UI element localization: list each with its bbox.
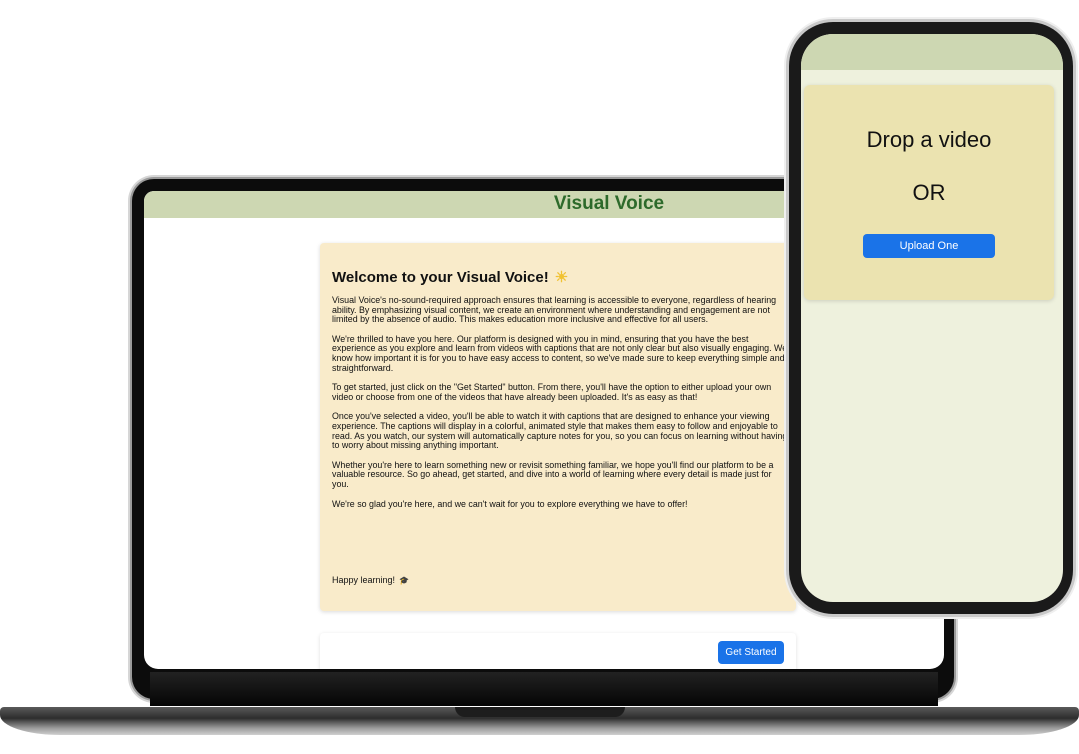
drop-video-text: Drop a video — [866, 127, 992, 152]
get-started-button[interactable]: Get Started — [718, 641, 784, 664]
upload-button[interactable]: Upload One — [863, 234, 995, 258]
welcome-paragraph: We're so glad you're here, and we can't … — [332, 498, 688, 509]
sign-off-text: Happy learning! — [332, 575, 396, 585]
welcome-body: Visual Voice's no-sound-required approac… — [332, 295, 788, 519]
action-bar: Get Started — [320, 633, 796, 669]
welcome-paragraph: To get started, just click on the "Get S… — [332, 382, 772, 402]
graduation-cap-icon: 🎓 — [399, 576, 410, 585]
welcome-heading: Welcome to your Visual Voice! ☀ — [332, 268, 568, 286]
laptop-hinge — [150, 672, 938, 706]
welcome-heading-text: Welcome to your Visual Voice! — [332, 269, 549, 286]
phone-header — [801, 34, 1063, 70]
sign-off: Happy learning! 🎓 — [332, 575, 409, 585]
laptop-notch — [455, 707, 625, 717]
or-text: OR — [912, 180, 946, 205]
welcome-paragraph: Once you've selected a video, you'll be … — [332, 411, 788, 451]
welcome-paragraph: Visual Voice's no-sound-required approac… — [332, 295, 777, 325]
welcome-paragraph: Whether you're here to learn something n… — [332, 459, 774, 489]
welcome-card: Welcome to your Visual Voice! ☀ Visual Vo… — [320, 243, 796, 611]
sun-icon: ☀ — [554, 269, 569, 286]
upload-card[interactable]: Drop a video OR Upload One — [804, 85, 1054, 300]
welcome-paragraph: We're thrilled to have you here. Our pla… — [332, 333, 788, 373]
phone-screen: Drop a video OR Upload One — [801, 34, 1063, 602]
